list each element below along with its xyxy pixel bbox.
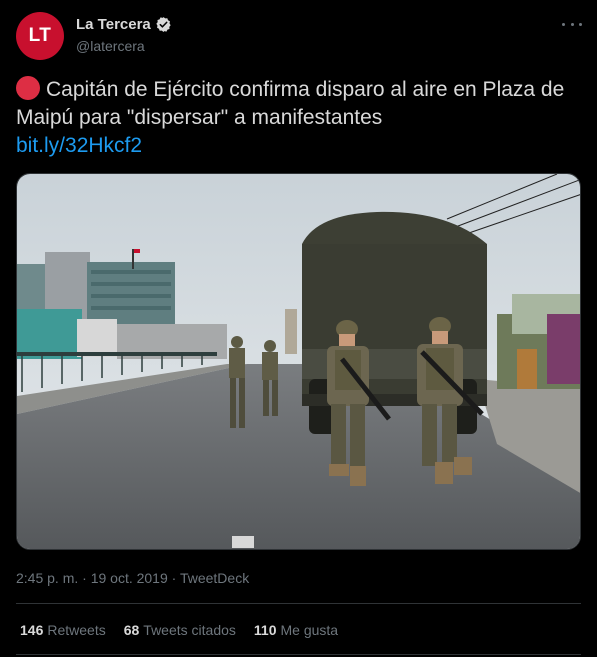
divider	[16, 603, 581, 604]
stat-likes[interactable]: 110 Me gusta	[254, 622, 338, 638]
tweet-body: Capitán de Ejército confirma disparo al …	[16, 76, 586, 160]
tweet-text: Capitán de Ejército confirma disparo al …	[16, 78, 565, 129]
tweet-link[interactable]: bit.ly/32Hkcf2	[16, 132, 586, 160]
avatar[interactable]: LT	[16, 12, 64, 60]
tweet-photo[interactable]	[16, 173, 581, 550]
more-options-icon[interactable]	[562, 16, 582, 32]
stat-count: 110	[253, 622, 277, 638]
avatar-initials: LT	[28, 25, 52, 46]
tweet-stats: 146 Retweets 68 Tweets citados 110 Me gusta	[20, 622, 338, 638]
divider	[16, 654, 581, 655]
red-circle-icon	[16, 76, 40, 100]
stat-count: 68	[123, 622, 140, 638]
author-display-name[interactable]: La Tercera	[76, 16, 151, 33]
verified-badge-icon	[156, 17, 171, 32]
stat-quote-tweets[interactable]: 68 Tweets citados	[124, 622, 236, 638]
stat-count: 146	[20, 622, 44, 638]
author-name-row: La Tercera	[76, 16, 172, 33]
photo-soldiers-truck	[17, 174, 580, 549]
tweet-card: LT La Tercera @latercera Capitán de Ejér…	[0, 0, 597, 657]
stat-label: Retweets	[47, 622, 106, 638]
tweet-timestamp[interactable]: 2:45 p. m. · 19 oct. 2019 · TweetDeck	[16, 570, 249, 586]
stat-label: Me gusta	[280, 622, 339, 638]
author-handle[interactable]: @latercera	[76, 38, 145, 54]
stat-label: Tweets citados	[143, 622, 236, 638]
stat-retweets[interactable]: 146 Retweets	[20, 622, 106, 638]
